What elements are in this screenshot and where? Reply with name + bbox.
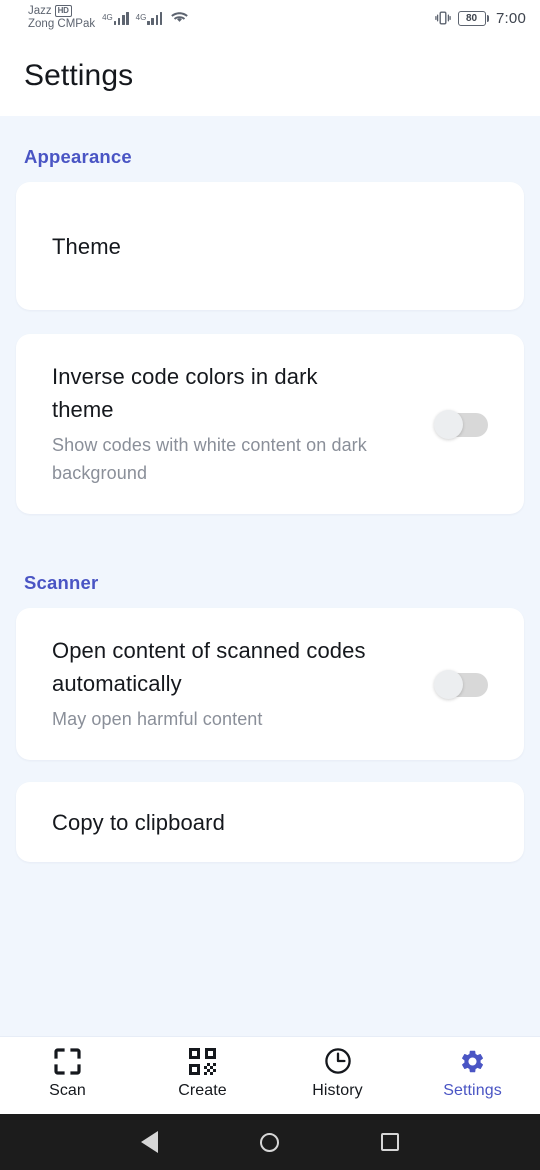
- home-circle-icon[interactable]: [260, 1132, 279, 1152]
- signal-indicator-2: 4G: [136, 11, 163, 25]
- toggle-knob: [434, 669, 463, 699]
- nav-item-history[interactable]: History: [282, 1047, 394, 1100]
- setting-subtitle: May open harmful content: [52, 708, 263, 729]
- nav-item-scan[interactable]: Scan: [12, 1047, 124, 1100]
- setting-row-open-automatically[interactable]: Open content of scanned codes automatica…: [16, 607, 524, 760]
- setting-title: Open content of scanned codes automatica…: [52, 637, 366, 696]
- setting-texts: Open content of scanned codes automatica…: [52, 608, 434, 760]
- section-header-appearance: Appearance: [24, 146, 132, 167]
- nav-item-settings[interactable]: Settings: [417, 1047, 529, 1100]
- setting-texts: Theme: [52, 204, 524, 289]
- toggle-open-automatically[interactable]: [434, 668, 488, 700]
- battery-level-label: 80: [457, 10, 486, 26]
- toggle-inverse-colors[interactable]: [434, 408, 488, 440]
- network-type-2-label: 4G: [135, 13, 147, 22]
- carrier-primary-label: Jazz: [28, 4, 52, 17]
- setting-texts: Inverse code colors in dark theme Show c…: [52, 334, 434, 514]
- clock-label: 7:00: [496, 9, 526, 27]
- gear-icon: [459, 1047, 486, 1075]
- page-title: Settings: [24, 59, 134, 92]
- android-system-nav: [0, 1114, 540, 1170]
- setting-texts: Copy to clipboard: [52, 785, 500, 861]
- scan-frame-icon: [54, 1047, 81, 1075]
- setting-subtitle: Show codes with white content on dark ba…: [52, 435, 367, 483]
- setting-title: Inverse code colors in dark theme: [52, 364, 318, 422]
- section-header-scanner: Scanner: [24, 571, 99, 593]
- recents-square-icon[interactable]: [381, 1133, 399, 1151]
- battery-indicator: 80: [457, 10, 489, 26]
- status-bar: Jazz HD Zong CMPak 4G 4G 80 7:00: [0, 0, 540, 36]
- signal-bars-icon: [147, 11, 163, 25]
- nav-label-history: History: [312, 1082, 363, 1099]
- setting-row-theme[interactable]: Theme: [16, 182, 524, 310]
- status-bar-left: Jazz HD Zong CMPak 4G 4G: [28, 5, 189, 31]
- nav-item-create[interactable]: Create: [147, 1047, 259, 1100]
- setting-title: Theme: [52, 233, 121, 259]
- phone-screen: Jazz HD Zong CMPak 4G 4G 80 7:00 Setting…: [0, 0, 540, 1170]
- network-type-1-label: 4G: [102, 13, 113, 22]
- settings-scroll-area[interactable]: Appearance Theme Inverse code colors in …: [0, 116, 540, 1036]
- battery-cap: [486, 14, 489, 22]
- carrier-secondary-label: Zong CMPak: [28, 18, 96, 30]
- signal-indicator-1: 4G: [102, 11, 129, 25]
- clock-icon: [324, 1047, 352, 1075]
- setting-title: Copy to clipboard: [52, 810, 225, 836]
- app-header: Settings: [0, 36, 540, 116]
- carrier-labels: Jazz HD Zong CMPak: [28, 5, 95, 31]
- setting-row-copy-to-clipboard[interactable]: Copy to clipboard: [16, 781, 524, 862]
- setting-row-inverse-colors[interactable]: Inverse code colors in dark theme Show c…: [16, 334, 524, 514]
- nav-label-settings: Settings: [443, 1082, 502, 1099]
- hd-badge: HD: [54, 5, 72, 18]
- vibrate-icon: [434, 10, 451, 26]
- signal-bars-icon: [113, 11, 129, 25]
- back-triangle-icon[interactable]: [141, 1131, 158, 1153]
- wifi-icon: [171, 11, 189, 25]
- status-bar-right: 80 7:00: [434, 9, 527, 27]
- bottom-navigation-bar: Scan Create History Settings: [0, 1036, 540, 1114]
- nav-label-scan: Scan: [49, 1082, 86, 1099]
- toggle-knob: [434, 409, 463, 439]
- nav-label-create: Create: [178, 1082, 227, 1099]
- qr-code-icon: [189, 1047, 216, 1075]
